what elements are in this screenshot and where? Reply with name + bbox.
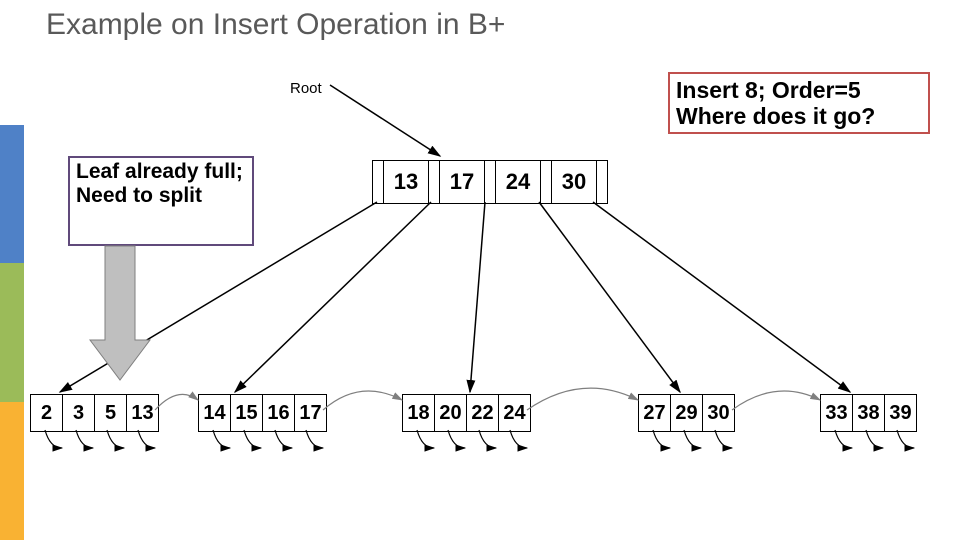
leaf-cell: 20 [435,395,467,431]
root-label: Root [290,80,322,97]
leaf-cell: 3 [63,395,95,431]
root-pointer [485,161,496,203]
leaf-node: 14 15 16 17 [198,394,327,432]
leaf-full-callout: Leaf already full; Need to split [68,156,254,246]
leaf-cell: 24 [499,395,530,431]
leaf-cell: 33 [821,395,853,431]
leaf-cell: 30 [703,395,734,431]
root-pointer [541,161,552,203]
sidebar-stripe-green [0,263,24,401]
leaf-cell: 5 [95,395,127,431]
leaf-cell: 39 [885,395,916,431]
root-key: 24 [496,161,541,203]
leaf-node: 18 20 22 24 [402,394,531,432]
sidebar-stripe-yellow [0,402,24,540]
slide-title: Example on Insert Operation in B+ [46,8,505,42]
insert-callout: Insert 8; Order=5 Where does it go? [668,72,930,134]
leaf-node: 27 29 30 [638,394,735,432]
leaf-cell: 16 [263,395,295,431]
leaf-cell: 29 [671,395,703,431]
color-sidebar [0,125,24,540]
leaf-cell: 2 [31,395,63,431]
insert-callout-text: Insert 8; Order=5 Where does it go? [676,77,928,130]
leaf-cell: 27 [639,395,671,431]
leaf-cell: 17 [295,395,326,431]
leaf-full-text: Leaf already full; Need to split [76,160,243,207]
root-key: 17 [440,161,485,203]
leaf-cell: 14 [199,395,231,431]
root-key: 30 [552,161,597,203]
root-pointer [429,161,440,203]
leaf-cell: 38 [853,395,885,431]
leaf-cell: 18 [403,395,435,431]
leaf-node: 33 38 39 [820,394,917,432]
root-pointer [373,161,384,203]
leaf-cell: 13 [127,395,158,431]
leaf-node: 2 3 5 13 [30,394,159,432]
root-node: 13 17 24 30 [372,160,608,204]
sidebar-stripe-blue [0,125,24,263]
leaf-cell: 22 [467,395,499,431]
leaf-cell: 15 [231,395,263,431]
root-pointer [597,161,607,203]
root-key: 13 [384,161,429,203]
